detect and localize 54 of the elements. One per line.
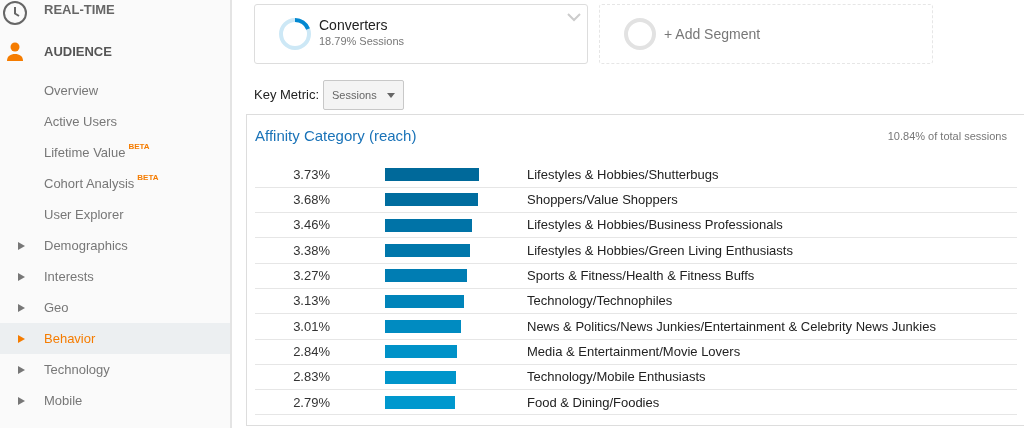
percent-cell-text: 3.13% xyxy=(292,292,330,311)
nav-item[interactable]: User Explorer xyxy=(0,199,230,230)
report-title[interactable]: Affinity Category (reach) xyxy=(255,125,417,148)
category-cell-text: Technology/Mobile Enthusiasts xyxy=(527,368,707,387)
nav-section[interactable]: REAL-TIME xyxy=(0,0,230,28)
chevron-down-icon[interactable] xyxy=(567,13,581,22)
expand-arrow-icon xyxy=(18,334,25,343)
category-cell-text: Sports & Fitness/Health & Fitness Buffs xyxy=(527,267,756,286)
nav-item[interactable]: Behavior xyxy=(0,323,230,354)
expand-arrow-icon xyxy=(18,303,25,312)
nav-section[interactable]: AUDIENCE xyxy=(0,28,230,75)
percent-cell-text: 3.01% xyxy=(292,317,330,336)
segment-detail: 18.79% Sessions xyxy=(319,34,404,50)
clock-icon xyxy=(2,0,28,26)
percent-cell-text: 2.79% xyxy=(292,393,330,412)
category-cell-text: Lifestyles & Hobbies/Shutterbugs xyxy=(527,165,720,184)
add-segment-button[interactable]: + Add Segment xyxy=(599,4,933,64)
percent-cell-text: 3.73% xyxy=(292,165,330,184)
expand-arrow-icon xyxy=(18,272,25,281)
key-metric-label: Key Metric: xyxy=(254,86,319,105)
category-cell-text: Food & Dining/Foodies xyxy=(527,393,661,412)
category-cell-text: Lifestyles & Hobbies/Green Living Enthusiasts xyxy=(527,241,794,260)
percent-cell-text: 3.38% xyxy=(292,241,330,260)
category-cell-text: News & Politics/News Junkies/Entertainment & Celebrity News Junkies xyxy=(527,317,937,336)
percent-cell-text: 2.84% xyxy=(292,342,330,361)
nav-item[interactable]: Interests xyxy=(0,261,230,292)
segment-name: Converters xyxy=(319,18,389,34)
nav-item[interactable]: Mobile xyxy=(0,385,230,416)
expand-arrow-icon xyxy=(18,396,25,405)
nav-item[interactable]: Active Users xyxy=(0,106,230,137)
expand-arrow-icon xyxy=(18,365,25,374)
segment-donut-icon xyxy=(279,18,311,50)
nav-item[interactable]: Geo xyxy=(0,292,230,323)
nav-item[interactable]: Lifetime Value BETA xyxy=(0,137,230,168)
category-cell-text: Lifestyles & Hobbies/Business Professionals xyxy=(527,216,784,235)
total-sessions-share: 10.84% of total sessions xyxy=(887,129,1008,144)
percent-cell-text: 2.83% xyxy=(292,368,330,387)
empty-donut-icon xyxy=(624,18,656,50)
percent-cell-text: 3.27% xyxy=(292,267,330,286)
caret-icon xyxy=(386,92,395,98)
segment-card[interactable]: Converters 18.79% Sessions xyxy=(254,4,588,64)
category-cell-text: Shoppers/Value Shoppers xyxy=(527,191,679,210)
beta-label: BETA xyxy=(128,140,150,153)
nav-item[interactable]: Demographics xyxy=(0,230,230,261)
category-cell-text: Technology/Technophiles xyxy=(527,292,674,311)
percent-cell-text: 3.46% xyxy=(292,216,330,235)
nav-item[interactable]: Overview xyxy=(0,75,230,106)
nav-item[interactable]: Cohort Analysis BETA xyxy=(0,168,230,199)
nav-item[interactable]: Technology xyxy=(0,354,230,385)
percent-cell-text: 3.68% xyxy=(292,191,330,210)
expand-arrow-icon xyxy=(18,241,25,250)
key-metric-dropdown[interactable]: Sessions xyxy=(323,80,404,110)
category-cell-text: Media & Entertainment/Movie Lovers xyxy=(527,342,742,361)
beta-label: BETA xyxy=(137,171,159,184)
